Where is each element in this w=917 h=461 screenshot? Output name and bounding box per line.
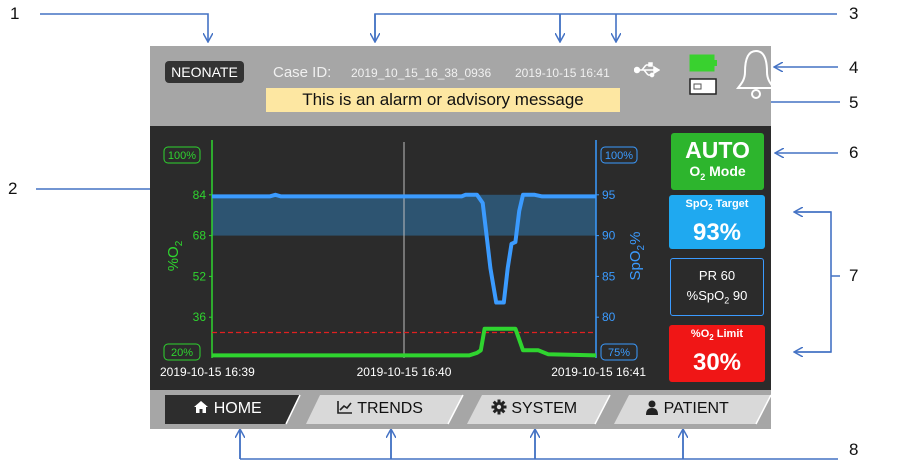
home-icon [194, 401, 209, 413]
time-axis-label: 2019-10-15 16:41 [551, 365, 646, 379]
spo2-range-top: 100% [605, 150, 633, 162]
callout-8-line [239, 431, 838, 460]
alarm-message[interactable]: This is an alarm or advisory message [266, 88, 620, 112]
spo2-tick-label: 80 [602, 310, 616, 324]
o2-range-top: 100% [168, 150, 196, 162]
tab-patient-label: PATIENT [663, 400, 729, 417]
o2-tick-label: 36 [193, 310, 207, 324]
o2-axis-title: %O2 [165, 240, 185, 271]
callout-3-line [374, 13, 837, 41]
auto-mode-label: AUTO [685, 137, 750, 163]
callout-number-2: 2 [8, 179, 18, 198]
tab-home-label: HOME [213, 400, 262, 417]
callout-number-5: 5 [849, 93, 859, 112]
spo2-axis-title: SpO2% [627, 232, 647, 281]
o2-limit-label: %O2 Limit [690, 328, 744, 343]
spo2-tick-label: 90 [602, 229, 616, 243]
o2-limit-value: 30% [692, 349, 742, 377]
card-icon [689, 78, 717, 95]
callout-number-7: 7 [849, 266, 859, 285]
callout-number-6: 6 [849, 143, 859, 162]
tab-home[interactable]: HOME [165, 395, 290, 423]
tab-patient[interactable]: PATIENT [617, 395, 757, 423]
usb-icon [634, 62, 660, 78]
gear-icon [491, 399, 507, 415]
callout-1-line [40, 13, 208, 41]
status-header [150, 46, 771, 126]
spo2-value: %SpO2 90 [686, 288, 748, 306]
time-axis-label: 2019-10-15 16:39 [160, 365, 255, 379]
tab-trends[interactable]: TRENDS [310, 395, 450, 423]
o2-tick-label: 68 [193, 229, 207, 243]
patient-mode-badge: NEONATE [165, 61, 244, 83]
auto-mode-button[interactable]: AUTO O2 Mode [671, 133, 764, 190]
o2-mode-label: O2 Mode [689, 163, 746, 182]
case-id-label: Case ID: [273, 64, 332, 81]
trend-chart: 84 68 52 36 95 90 85 80 100% 20% 100% 75% %O2 SpO2% 20… [160, 140, 647, 379]
pr-spo2-readout: PR 60 %SpO2 90 [670, 258, 764, 316]
spo2-target-label: SpO2 Target [685, 198, 749, 213]
callout-number-8: 8 [849, 440, 859, 459]
case-id-value: 2019_10_15_16_38_0936 [351, 66, 492, 80]
tab-system[interactable]: SYSTEM [470, 395, 598, 423]
o2-limit-button[interactable]: %O2 Limit 30% [669, 325, 765, 382]
pr-value: PR 60 [698, 268, 736, 283]
spo2-range-bottom: 75% [608, 347, 630, 359]
bell-icon[interactable] [735, 48, 777, 100]
callout-number-1: 1 [10, 4, 20, 23]
callout-number-3: 3 [849, 4, 859, 23]
tab-system-label: SYSTEM [511, 400, 578, 417]
battery-icon [689, 54, 717, 72]
callout-7-line [796, 211, 840, 353]
time-axis-label: 2019-10-15 16:40 [357, 365, 452, 379]
date-time: 2019-10-15 16:41 [515, 66, 610, 80]
o2-tick-label: 52 [193, 269, 207, 283]
spo2-tick-label: 85 [602, 269, 616, 283]
person-icon [646, 400, 659, 415]
tab-trends-label: TRENDS [357, 400, 423, 417]
callout-number-4: 4 [849, 58, 859, 77]
spo2-target-value: 93% [692, 219, 742, 247]
o2-range-bottom: 20% [171, 347, 193, 359]
o2-tick-label: 84 [193, 188, 207, 202]
trend-icon [337, 401, 353, 414]
spo2-target-button[interactable]: SpO2 Target 93% [669, 195, 765, 249]
spo2-tick-label: 95 [602, 188, 616, 202]
